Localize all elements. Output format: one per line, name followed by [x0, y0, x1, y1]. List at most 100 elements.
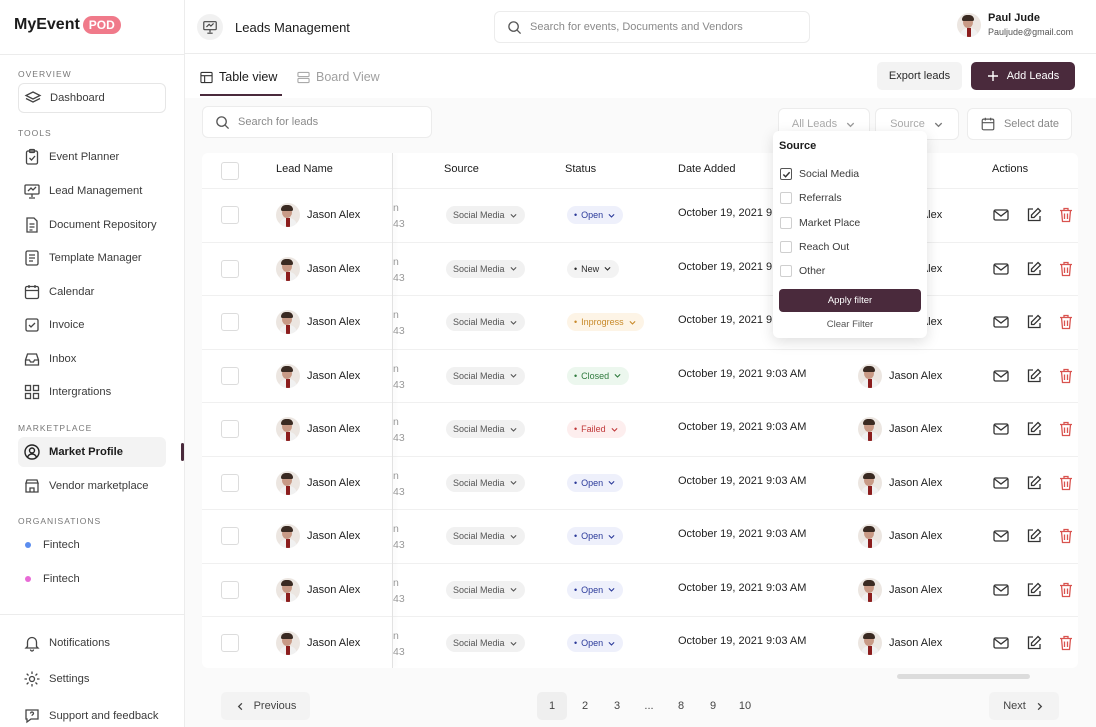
delete-icon[interactable] — [1056, 473, 1076, 493]
source-select[interactable]: Social Media — [446, 420, 525, 438]
lead-search-input[interactable] — [238, 116, 418, 128]
sidebar-item-notifications[interactable]: Notifications — [18, 628, 166, 658]
email-icon[interactable] — [991, 633, 1011, 653]
email-icon[interactable] — [991, 259, 1011, 279]
row-checkbox[interactable] — [221, 527, 239, 545]
horizontal-scrollbar[interactable] — [897, 674, 1030, 679]
sidebar-item-calendar[interactable]: Calendar — [18, 277, 166, 307]
delete-icon[interactable] — [1056, 312, 1076, 332]
lead-name-cell[interactable]: Jason Alex — [276, 524, 360, 548]
checkbox[interactable] — [780, 265, 792, 278]
checkbox[interactable] — [780, 216, 792, 229]
source-select[interactable]: Social Media — [446, 313, 525, 331]
lead-name-cell[interactable]: Jason Alex — [276, 417, 360, 441]
checkbox[interactable] — [780, 192, 792, 205]
table-row[interactable]: Jason Alex n 43 Social Media • Open October 19… — [202, 455, 1078, 509]
source-option[interactable]: Referrals — [780, 192, 842, 205]
email-icon[interactable] — [991, 580, 1011, 600]
table-row[interactable]: Jason Alex n 43 Social Media • Open October 19… — [202, 188, 1078, 241]
edit-icon[interactable] — [1024, 366, 1044, 386]
page-number-button[interactable]: 10 — [730, 692, 760, 720]
sidebar-item-event-planner[interactable]: Event Planner — [18, 142, 166, 172]
edit-icon[interactable] — [1024, 259, 1044, 279]
sidebar-item-org-fintech-2[interactable]: Fintech — [18, 564, 166, 594]
next-page-button[interactable]: Next — [989, 692, 1059, 720]
page-number-button[interactable]: 2 — [570, 692, 600, 720]
row-checkbox[interactable] — [221, 366, 239, 385]
delete-icon[interactable] — [1056, 259, 1076, 279]
source-option[interactable]: Market Place — [780, 216, 860, 229]
edit-icon[interactable] — [1024, 312, 1044, 332]
row-checkbox[interactable] — [221, 206, 239, 224]
table-row[interactable]: Jason Alex n 43 Social Media • Closed October … — [202, 348, 1078, 402]
global-search-input[interactable] — [530, 21, 790, 33]
source-select[interactable]: Social Media — [446, 634, 525, 652]
email-icon[interactable] — [991, 205, 1011, 225]
global-search[interactable] — [494, 11, 810, 43]
status-badge[interactable]: • Open — [567, 206, 624, 224]
email-icon[interactable] — [991, 312, 1011, 332]
delete-icon[interactable] — [1056, 419, 1076, 439]
clear-filter-button[interactable]: Clear Filter — [779, 319, 921, 330]
user-menu[interactable]: Paul Jude Pauljude@gmail.com — [957, 12, 1073, 37]
status-badge[interactable]: • Closed — [567, 366, 630, 385]
lead-name-cell[interactable]: Jason Alex — [276, 256, 360, 281]
email-icon[interactable] — [991, 419, 1011, 439]
source-option[interactable]: Other — [780, 265, 825, 278]
page-number-button[interactable]: 3 — [602, 692, 632, 720]
table-row[interactable]: Jason Alex n 43 Social Media • Open October 19… — [202, 509, 1078, 562]
delete-icon[interactable] — [1056, 366, 1076, 386]
lead-name-cell[interactable]: Jason Alex — [276, 363, 360, 388]
status-badge[interactable]: • New — [567, 259, 620, 278]
source-select[interactable]: Social Media — [446, 473, 525, 492]
checkbox-checked-icon[interactable] — [780, 168, 792, 180]
page-number-button[interactable]: 1 — [537, 692, 567, 720]
row-checkbox[interactable] — [221, 634, 239, 652]
status-badge[interactable]: • Open — [567, 634, 624, 652]
edit-icon[interactable] — [1024, 633, 1044, 653]
lead-name-cell[interactable]: Jason Alex — [276, 631, 360, 655]
status-badge[interactable]: • Failed — [567, 420, 626, 438]
add-leads-button[interactable]: Add Leads — [971, 62, 1075, 90]
row-checkbox[interactable] — [221, 259, 239, 278]
edit-icon[interactable] — [1024, 580, 1044, 600]
lead-name-cell[interactable]: Jason Alex — [276, 470, 360, 495]
lead-search[interactable] — [202, 106, 432, 138]
app-logo[interactable]: MyEvent POD — [14, 16, 121, 34]
tab-board-view[interactable]: Board View — [297, 70, 380, 84]
sidebar-item-settings[interactable]: Settings — [18, 664, 166, 694]
delete-icon[interactable] — [1056, 633, 1076, 653]
page-number-button[interactable]: 8 — [666, 692, 696, 720]
status-badge[interactable]: • Open — [567, 527, 624, 545]
date-filter[interactable]: Select date — [967, 108, 1072, 140]
email-icon[interactable] — [991, 366, 1011, 386]
row-checkbox[interactable] — [221, 420, 239, 438]
table-row[interactable]: Jason Alex n 43 Social Media • Failed October … — [202, 402, 1078, 455]
sidebar-item-invoice[interactable]: Invoice — [18, 310, 166, 340]
table-row[interactable]: Jason Alex n 43 Social Media • New October 19,… — [202, 241, 1078, 295]
sidebar-item-lead-management[interactable]: Lead Management — [18, 176, 166, 206]
status-badge[interactable]: • Inprogress — [567, 313, 644, 331]
lead-name-cell[interactable]: Jason Alex — [276, 577, 360, 602]
sidebar-item-market-profile[interactable]: Market Profile — [18, 437, 166, 467]
table-row[interactable]: Jason Alex n 43 Social Media • Open October 19… — [202, 616, 1078, 668]
source-select[interactable]: Social Media — [446, 206, 525, 224]
page-number-button[interactable]: 9 — [698, 692, 728, 720]
source-select[interactable]: Social Media — [446, 366, 525, 385]
tab-table-view[interactable]: Table view — [200, 70, 277, 84]
email-icon[interactable] — [991, 526, 1011, 546]
select-all-checkbox[interactable] — [221, 162, 239, 180]
sidebar-item-support[interactable]: Support and feedback — [18, 701, 166, 727]
sidebar-item-integrations[interactable]: Intergrations — [18, 377, 166, 407]
row-checkbox[interactable] — [221, 580, 239, 599]
lead-name-cell[interactable]: Jason Alex — [276, 310, 360, 334]
edit-icon[interactable] — [1024, 473, 1044, 493]
sidebar-item-vendor-marketplace[interactable]: Vendor marketplace — [18, 471, 166, 501]
sidebar-item-dashboard[interactable]: Dashboard — [18, 83, 166, 113]
email-icon[interactable] — [991, 473, 1011, 493]
status-badge[interactable]: • Open — [567, 580, 624, 599]
source-select[interactable]: Social Media — [446, 259, 525, 278]
sidebar-item-org-fintech-1[interactable]: Fintech — [18, 530, 166, 560]
edit-icon[interactable] — [1024, 526, 1044, 546]
apply-filter-button[interactable]: Apply filter — [779, 289, 921, 312]
